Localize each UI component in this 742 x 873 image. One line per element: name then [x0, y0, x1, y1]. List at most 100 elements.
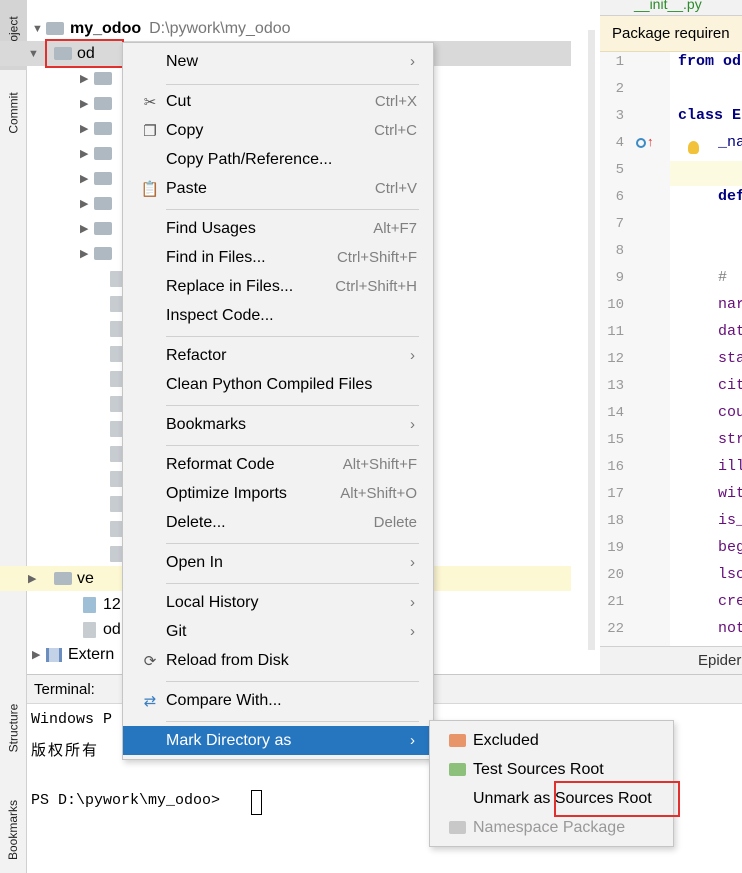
- submenu-item-test-sources-root[interactable]: Test Sources Root: [430, 755, 673, 784]
- tree-row-folder[interactable]: ▶: [80, 191, 118, 216]
- menu-item-inspect-code[interactable]: Inspect Code...: [123, 301, 433, 330]
- menu-label: Copy: [166, 121, 204, 139]
- menu-label: Find Usages: [166, 219, 256, 237]
- menu-item-replace-in-files[interactable]: Replace in Files... Ctrl+Shift+H: [123, 272, 433, 301]
- menu-item-delete[interactable]: Delete... Delete: [123, 508, 433, 537]
- project-scrollbar[interactable]: [588, 30, 595, 650]
- code-line[interactable]: from od: [678, 53, 742, 70]
- code-line[interactable]: cit: [718, 377, 742, 394]
- tree-row-file[interactable]: 12: [83, 592, 121, 617]
- menu-separator: [166, 681, 419, 682]
- code-line[interactable]: lsc: [718, 566, 742, 583]
- terminal-cursor: [251, 790, 262, 815]
- chevron-right-icon[interactable]: ▶: [80, 172, 94, 185]
- chevron-down-icon[interactable]: ▼: [32, 23, 46, 35]
- code-line[interactable]: cou: [718, 404, 742, 421]
- chevron-right-icon[interactable]: ▶: [80, 122, 94, 135]
- chevron-right-icon[interactable]: ▶: [80, 147, 94, 160]
- code-line[interactable]: is_: [718, 512, 742, 529]
- code-line[interactable]: dat: [718, 323, 742, 340]
- menu-item-mark-directory-as[interactable]: Mark Directory as ›: [123, 726, 433, 755]
- code-line[interactable]: class E: [678, 107, 742, 124]
- menu-item-open-in[interactable]: Open In ›: [123, 548, 433, 577]
- line-number: 5: [615, 162, 624, 178]
- code-line[interactable]: cre: [718, 593, 742, 610]
- chevron-right-icon[interactable]: ▶: [80, 222, 94, 235]
- unmark-as-text: Unmark as: [473, 789, 551, 807]
- menu-label: Compare With...: [166, 691, 282, 709]
- tree-row-file[interactable]: od: [83, 617, 121, 642]
- menu-separator: [166, 583, 419, 584]
- tree-row-folder[interactable]: ▶: [80, 166, 118, 191]
- chevron-right-icon[interactable]: ▶: [80, 247, 94, 260]
- editor-tab-init[interactable]: __init__.py: [634, 0, 702, 12]
- tree-row-folder[interactable]: ▶: [80, 216, 118, 241]
- chevron-right-icon[interactable]: ▶: [32, 648, 46, 661]
- menu-item-new[interactable]: New ›: [123, 47, 433, 76]
- menu-item-compare-with[interactable]: ⇄ Compare With...: [123, 686, 433, 715]
- menu-item-git[interactable]: Git ›: [123, 617, 433, 646]
- terminal-prompt: PS D:\pywork\my_odoo>: [31, 792, 221, 809]
- menu-item-cut[interactable]: ✂ Cut Ctrl+X: [123, 87, 433, 116]
- selection-highlight-box: [45, 39, 124, 68]
- terminal-line: Windows P: [31, 711, 113, 728]
- tree-row-folder[interactable]: ▶: [80, 241, 118, 266]
- code-line[interactable]: str: [718, 431, 742, 448]
- terminal-title: Terminal:: [34, 680, 95, 698]
- menu-separator: [166, 209, 419, 210]
- submenu-label: Test Sources Root: [473, 760, 604, 778]
- chevron-right-icon[interactable]: ▶: [80, 97, 94, 110]
- menu-item-optimize-imports[interactable]: Optimize Imports Alt+Shift+O: [123, 479, 433, 508]
- menu-item-copy[interactable]: ❐ Copy Ctrl+C: [123, 116, 433, 145]
- code-line[interactable]: def: [718, 188, 742, 205]
- commit-tool-tab[interactable]: Commit: [0, 78, 27, 148]
- folder-icon: [94, 122, 112, 135]
- override-marker-icon[interactable]: [636, 138, 646, 148]
- tree-row-folder[interactable]: ▶: [80, 66, 118, 91]
- menu-item-paste[interactable]: 📋 Paste Ctrl+V: [123, 174, 433, 203]
- menu-shortcut: Delete: [373, 514, 417, 531]
- menu-item-bookmarks[interactable]: Bookmarks ›: [123, 410, 433, 439]
- tree-row-root[interactable]: ▼ my_odoo D:\pywork\my_odoo: [32, 16, 291, 41]
- chevron-right-icon[interactable]: ▶: [80, 72, 94, 85]
- editor-bottom-tab[interactable]: Epider: [600, 646, 742, 674]
- menu-item-reformat-code[interactable]: Reformat Code Alt+Shift+F: [123, 450, 433, 479]
- line-number: 9: [615, 270, 624, 286]
- menu-item-reload-from-disk[interactable]: ⟳ Reload from Disk: [123, 646, 433, 675]
- menu-item-find-usages[interactable]: Find Usages Alt+F7: [123, 214, 433, 243]
- code-line[interactable]: beg: [718, 539, 742, 556]
- code-line[interactable]: #: [718, 269, 742, 286]
- code-line[interactable]: wit: [718, 485, 742, 502]
- structure-tool-tab[interactable]: Structure: [0, 688, 27, 768]
- submenu-item-excluded[interactable]: Excluded: [430, 726, 673, 755]
- tree-row-folder[interactable]: ▶: [80, 91, 118, 116]
- tree-row-folder[interactable]: ▶: [80, 116, 118, 141]
- code-line[interactable]: not: [718, 620, 742, 637]
- tree-row-external-libraries[interactable]: ▶ Extern: [32, 642, 114, 667]
- menu-item-clean-python[interactable]: Clean Python Compiled Files: [123, 370, 433, 399]
- chevron-right-icon: ›: [410, 594, 415, 611]
- line-number: 20: [607, 567, 624, 583]
- python-file-icon: [83, 596, 96, 613]
- chevron-right-icon[interactable]: ▶: [80, 197, 94, 210]
- menu-shortcut: Ctrl+V: [374, 180, 417, 197]
- menu-item-copy-path[interactable]: Copy Path/Reference...: [123, 145, 433, 174]
- chevron-right-icon[interactable]: ▶: [28, 572, 42, 585]
- chevron-down-icon[interactable]: ▼: [28, 48, 42, 60]
- menu-separator: [166, 336, 419, 337]
- menu-label: Replace in Files...: [166, 277, 294, 295]
- lightbulb-icon[interactable]: [688, 141, 699, 154]
- menu-item-refactor[interactable]: Refactor ›: [123, 341, 433, 370]
- menu-label: Optimize Imports: [166, 484, 287, 502]
- menu-item-find-in-files[interactable]: Find in Files... Ctrl+Shift+F: [123, 243, 433, 272]
- line-number: 16: [607, 459, 624, 475]
- line-number: 22: [607, 621, 624, 637]
- menu-item-local-history[interactable]: Local History ›: [123, 588, 433, 617]
- code-line[interactable]: ill: [718, 458, 742, 475]
- code-line[interactable]: nar: [718, 296, 742, 313]
- code-line[interactable]: _na: [718, 134, 742, 151]
- tree-row-folder[interactable]: ▶: [80, 141, 118, 166]
- menu-label: Clean Python Compiled Files: [166, 375, 373, 393]
- code-line[interactable]: sta: [718, 350, 742, 367]
- bookmarks-tool-tab[interactable]: Bookmarks: [0, 790, 27, 870]
